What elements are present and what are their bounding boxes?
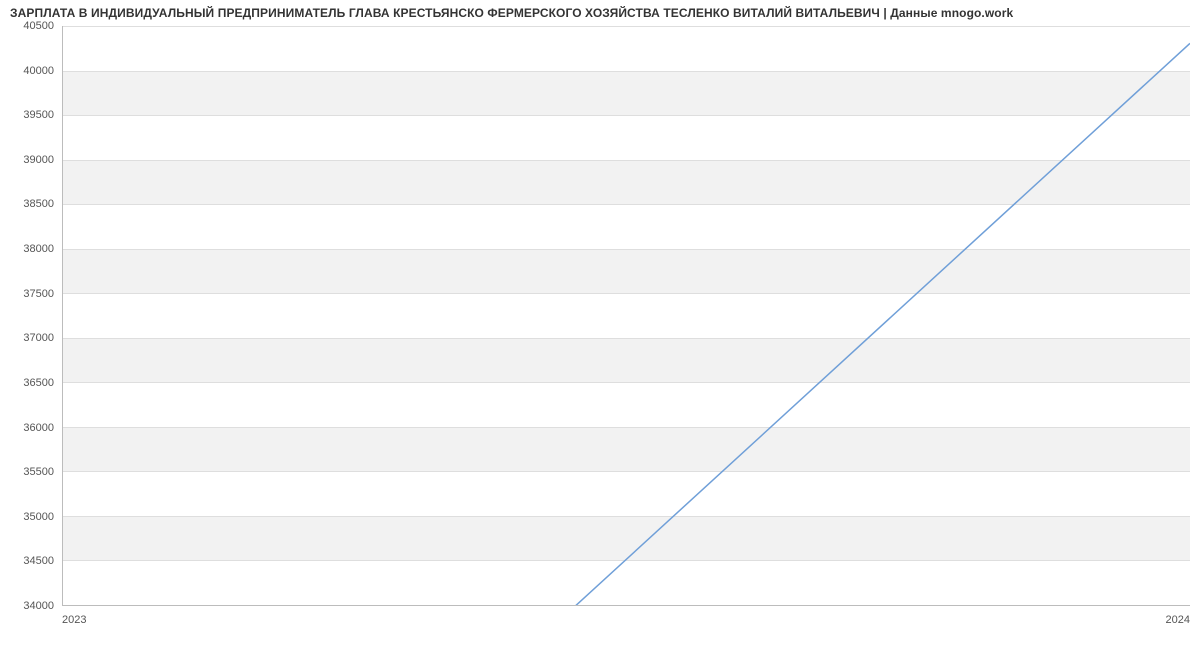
y-tick-label: 36000: [23, 422, 54, 434]
data-line: [63, 43, 1190, 606]
y-tick-label: 40500: [23, 20, 54, 32]
y-tick-label: 39000: [23, 154, 54, 166]
x-axis-ticks: 2023 2024: [62, 610, 1190, 630]
y-tick-label: 34000: [23, 600, 54, 612]
y-tick-label: 35000: [23, 511, 54, 523]
x-tick-label: 2024: [1166, 614, 1190, 626]
y-tick-label: 34500: [23, 555, 54, 567]
chart-container: ЗАРПЛАТА В ИНДИВИДУАЛЬНЫЙ ПРЕДПРИНИМАТЕЛ…: [0, 0, 1200, 630]
y-tick-label: 38000: [23, 243, 54, 255]
plot-area: [62, 26, 1190, 606]
gridline: [63, 605, 1190, 606]
y-tick-label: 39500: [23, 109, 54, 121]
chart-title: ЗАРПЛАТА В ИНДИВИДУАЛЬНЫЙ ПРЕДПРИНИМАТЕЛ…: [0, 0, 1200, 20]
y-tick-label: 37000: [23, 332, 54, 344]
y-tick-label: 38500: [23, 198, 54, 210]
y-tick-label: 40000: [23, 65, 54, 77]
y-tick-label: 35500: [23, 466, 54, 478]
y-tick-label: 36500: [23, 377, 54, 389]
y-axis-ticks: 3400034500350003550036000365003700037500…: [0, 26, 58, 606]
plot-area-wrap: [62, 26, 1190, 606]
x-tick-label: 2023: [62, 614, 86, 626]
y-tick-label: 37500: [23, 288, 54, 300]
line-series: [63, 26, 1190, 606]
